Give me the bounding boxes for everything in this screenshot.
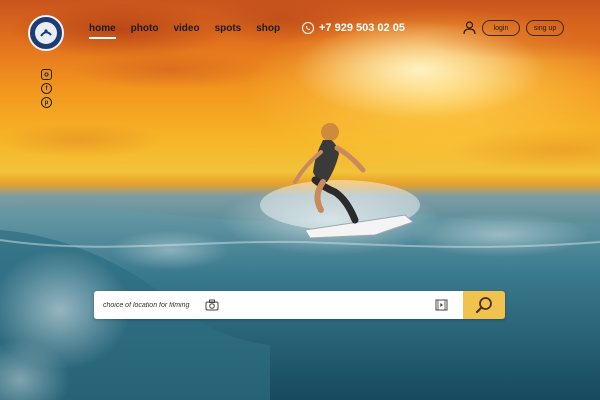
search-icon (475, 297, 492, 314)
surfer-logo-icon (40, 29, 52, 37)
login-button[interactable]: login (482, 20, 520, 36)
phone-number: +7 929 503 02 05 (319, 22, 405, 34)
camera-icon[interactable] (205, 299, 219, 311)
user-icon[interactable] (463, 21, 476, 35)
nav-video[interactable]: video (173, 23, 199, 39)
surfer-figure (260, 123, 420, 239)
main-nav: home photo video spots shop (89, 23, 280, 39)
logo-emblem (35, 22, 57, 44)
film-icon[interactable] (435, 299, 448, 311)
whatsapp-icon (302, 22, 314, 34)
phone-contact[interactable]: +7 929 503 02 05 (302, 22, 405, 34)
nav-home[interactable]: home (89, 23, 116, 39)
nav-spots[interactable]: spots (215, 23, 242, 39)
social-links: f p (41, 69, 52, 108)
pinterest-icon[interactable]: p (41, 97, 52, 108)
facebook-icon[interactable]: f (41, 83, 52, 94)
signup-button[interactable]: sing up (526, 20, 564, 36)
search-bar (94, 291, 505, 319)
search-button[interactable] (463, 291, 505, 319)
nav-photo[interactable]: photo (131, 23, 159, 39)
instagram-icon[interactable] (41, 69, 52, 80)
site-logo[interactable] (28, 15, 64, 51)
search-input[interactable] (94, 291, 198, 319)
nav-shop[interactable]: shop (256, 23, 280, 39)
search-field (94, 291, 463, 319)
